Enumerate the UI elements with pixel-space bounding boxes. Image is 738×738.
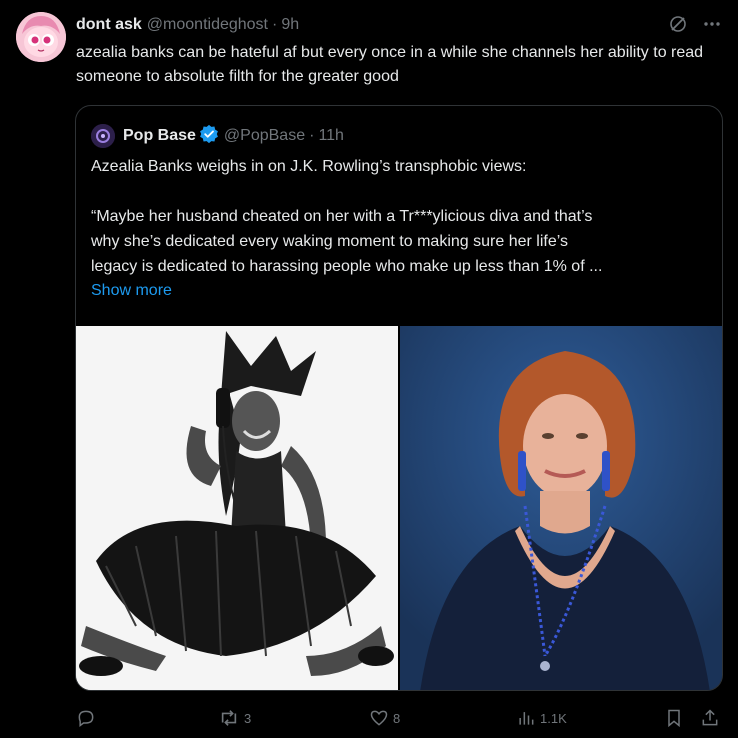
bookmark-icon — [664, 708, 684, 728]
like-count: 8 — [393, 710, 401, 726]
more-icon[interactable] — [702, 14, 722, 34]
reply-icon — [76, 708, 96, 728]
bookmark-button[interactable] — [664, 704, 684, 732]
quote-header: Pop Base @PopBase · 11h — [91, 124, 344, 148]
tweet-header: dont ask @moontideghost · 9h — [76, 14, 299, 36]
tweet-text: azealia banks can be hateful af but ever… — [76, 44, 704, 85]
separator: · — [272, 16, 278, 33]
author-handle[interactable]: @moontideghost — [147, 16, 268, 34]
tweet-time[interactable]: 9h — [281, 16, 299, 34]
quoted-tweet[interactable]: Pop Base @PopBase · 11h Azealia Banks we… — [75, 105, 723, 691]
share-icon — [700, 708, 720, 728]
quote-text-line: legacy is dedicated to harassing people … — [91, 258, 603, 275]
views-count: 1.1K — [540, 710, 567, 726]
photo-right[interactable] — [400, 326, 722, 690]
share-button[interactable] — [700, 704, 720, 732]
show-more-link[interactable]: Show more — [91, 282, 172, 300]
verified-badge-icon — [199, 124, 219, 149]
quote-author-handle[interactable]: @PopBase — [224, 127, 305, 145]
reply-button[interactable] — [76, 704, 100, 732]
views-button[interactable]: 1.1K — [516, 704, 567, 732]
tweet-top-icons — [668, 14, 722, 34]
grok-icon[interactable] — [668, 14, 688, 34]
quote-separator: · — [309, 127, 315, 144]
quote-time[interactable]: 11h — [318, 127, 344, 145]
quote-text: Azealia Banks weighs in on J.K. Rowling’… — [91, 154, 709, 279]
photo-left[interactable] — [76, 326, 398, 690]
repost-button[interactable]: 3 — [218, 704, 251, 732]
author-avatar[interactable] — [16, 12, 66, 62]
quote-avatar[interactable] — [91, 124, 115, 148]
author-name[interactable]: dont ask — [76, 16, 142, 34]
views-icon — [516, 708, 536, 728]
action-bar: 3 8 1.1K — [76, 704, 724, 732]
heart-icon — [369, 708, 389, 728]
like-button[interactable]: 8 — [369, 704, 400, 732]
repost-icon — [218, 708, 240, 728]
repost-count: 3 — [244, 710, 252, 726]
quote-media[interactable] — [76, 326, 722, 690]
quote-text-line: why she’s dedicated every waking moment … — [91, 233, 568, 250]
quote-text-line: “Maybe her husband cheated on her with a… — [91, 208, 593, 225]
quote-author-name[interactable]: Pop Base — [123, 127, 196, 145]
quote-text-line: Azealia Banks weighs in on J.K. Rowling’… — [91, 158, 527, 175]
